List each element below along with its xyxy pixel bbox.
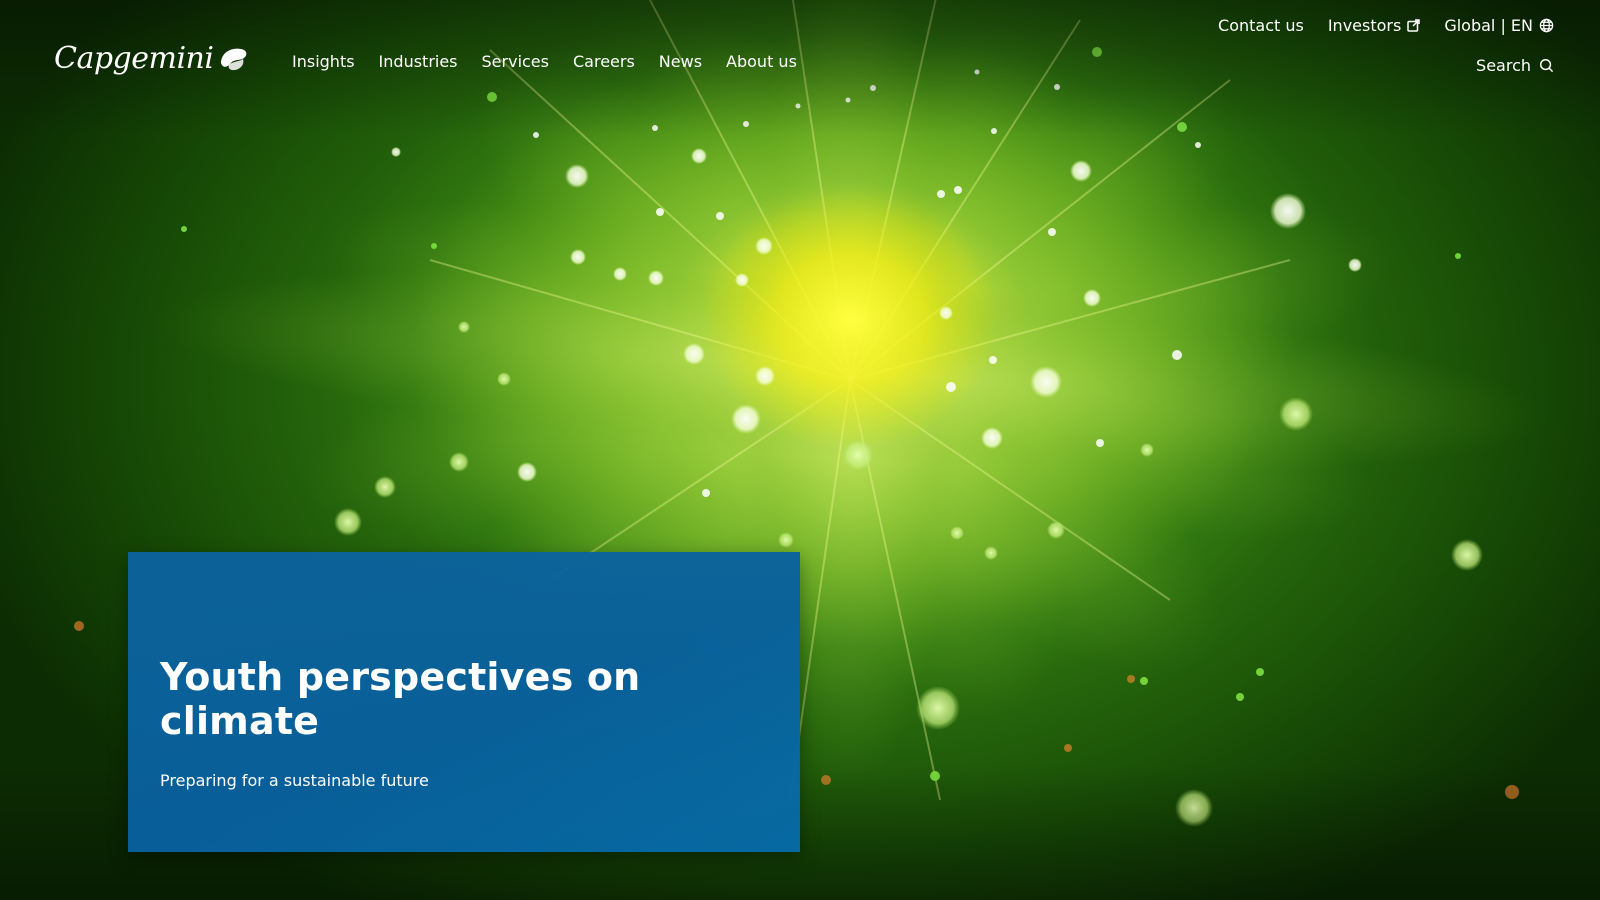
utility-nav: Contact us Investors Global | EN — [1218, 16, 1554, 35]
nav-item-about-us[interactable]: About us — [726, 52, 797, 71]
region-language-selector[interactable]: Global | EN — [1444, 16, 1554, 35]
hero-subtitle: Preparing for a sustainable future — [160, 771, 429, 791]
region-language-label: Global | EN — [1444, 16, 1533, 35]
external-link-icon — [1407, 19, 1421, 32]
investors-link-label: Investors — [1327, 16, 1402, 35]
main-nav: Insights Industries Services Careers New… — [292, 52, 797, 71]
investors-link[interactable]: Investors — [1327, 16, 1421, 35]
globe-icon — [1539, 18, 1554, 33]
logo-wordmark: Capgemini — [54, 41, 214, 76]
page: Contact us Investors Global | EN Capgemi… — [0, 0, 1600, 900]
contact-us-link[interactable]: Contact us — [1218, 16, 1304, 35]
capgemini-logo[interactable]: Capgemini — [54, 44, 249, 74]
capgemini-spade-icon — [217, 45, 249, 73]
search-button[interactable]: Search — [1476, 56, 1554, 75]
nav-item-news[interactable]: News — [659, 52, 702, 71]
nav-item-services[interactable]: Services — [482, 52, 549, 71]
hero-card[interactable]: Youth perspectives on climate Preparing … — [128, 552, 800, 852]
nav-item-industries[interactable]: Industries — [379, 52, 458, 71]
nav-item-careers[interactable]: Careers — [573, 52, 635, 71]
search-icon — [1539, 58, 1554, 73]
search-label: Search — [1476, 56, 1531, 75]
hero-title: Youth perspectives on climate — [160, 655, 641, 743]
nav-item-insights[interactable]: Insights — [292, 52, 355, 71]
